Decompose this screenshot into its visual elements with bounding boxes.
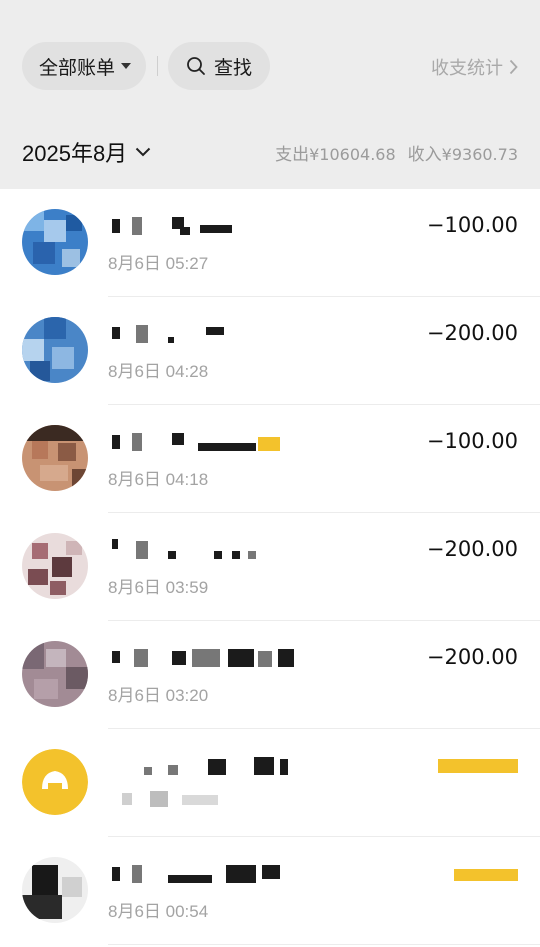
transaction-amount: −200.00 — [426, 321, 518, 345]
income-label: 收入 — [407, 145, 442, 164]
transaction-time: 8月6日 03:20 — [108, 686, 209, 705]
wechat-pay-icon — [22, 749, 88, 815]
search-icon — [187, 57, 205, 75]
transaction-row[interactable]: 8月6日 03:59 −200.00 — [0, 513, 540, 621]
stats-label: 收支统计 — [431, 58, 503, 78]
transaction-row[interactable]: 8月6日 05:27 −100.00 — [0, 189, 540, 297]
avatar — [22, 533, 88, 599]
redacted-merchant-name — [108, 863, 308, 889]
top-filter-bar: 全部账单 查找 收支统计 — [0, 0, 540, 112]
transaction-time: 8月6日 05:27 — [108, 254, 209, 273]
month-summary-bar: 2025年8月 支出¥10604.68 收入¥9360.73 — [0, 112, 540, 189]
caret-down-icon — [121, 63, 132, 69]
redacted-merchant-name — [108, 323, 308, 349]
month-selector[interactable]: 2025年8月 — [22, 136, 151, 168]
chevron-right-icon — [509, 59, 518, 75]
transaction-row[interactable]: 8月6日 04:28 −200.00 — [0, 297, 540, 405]
income-summary: 收入¥9360.73 — [408, 140, 518, 165]
chevron-down-icon — [135, 147, 151, 157]
search-label: 查找 — [214, 57, 253, 79]
transaction-row[interactable] — [0, 729, 540, 837]
search-button[interactable]: 查找 — [168, 42, 270, 90]
month-summary: 支出¥10604.68 收入¥9360.73 — [275, 140, 518, 165]
transaction-list: 8月6日 05:27 −100.00 8月6日 04:28 −200.00 8月… — [0, 189, 540, 945]
divider — [157, 56, 158, 76]
expense-label: 支出 — [275, 145, 310, 164]
bill-type-filter-button[interactable]: 全部账单 — [22, 42, 146, 90]
redacted-merchant-name — [108, 431, 308, 457]
income-amount: ¥9360.73 — [441, 145, 518, 164]
redacted-merchant-name — [108, 539, 308, 565]
stats-link[interactable]: 收支统计 — [431, 54, 518, 80]
transaction-amount: −100.00 — [426, 429, 518, 453]
transaction-time: 8月6日 04:18 — [108, 470, 209, 489]
transaction-row[interactable]: 8月6日 00:54 — [0, 837, 540, 945]
filter-label: 全部账单 — [39, 57, 116, 79]
redacted-merchant-name — [108, 215, 308, 241]
transaction-row[interactable]: 8月6日 03:20 −200.00 — [0, 621, 540, 729]
month-label: 2025年8月 — [22, 141, 128, 166]
divider — [108, 944, 540, 945]
transaction-row[interactable]: 8月6日 04:18 −100.00 — [0, 405, 540, 513]
expense-summary: 支出¥10604.68 — [275, 140, 396, 165]
transaction-time: 8月6日 00:54 — [108, 902, 209, 921]
redacted-merchant-name — [108, 647, 308, 673]
transaction-amount: −200.00 — [426, 645, 518, 669]
expense-amount: ¥10604.68 — [309, 145, 396, 164]
transaction-time: 8月6日 04:28 — [108, 362, 209, 381]
redacted-transaction-time — [108, 789, 218, 814]
transaction-time: 8月6日 03:59 — [108, 578, 209, 597]
avatar — [22, 857, 88, 923]
transaction-amount: −200.00 — [426, 537, 518, 561]
transaction-amount: −100.00 — [426, 213, 518, 237]
avatar — [22, 209, 88, 275]
redacted-merchant-name — [108, 755, 308, 781]
avatar — [22, 425, 88, 491]
avatar — [22, 317, 88, 383]
avatar — [22, 641, 88, 707]
